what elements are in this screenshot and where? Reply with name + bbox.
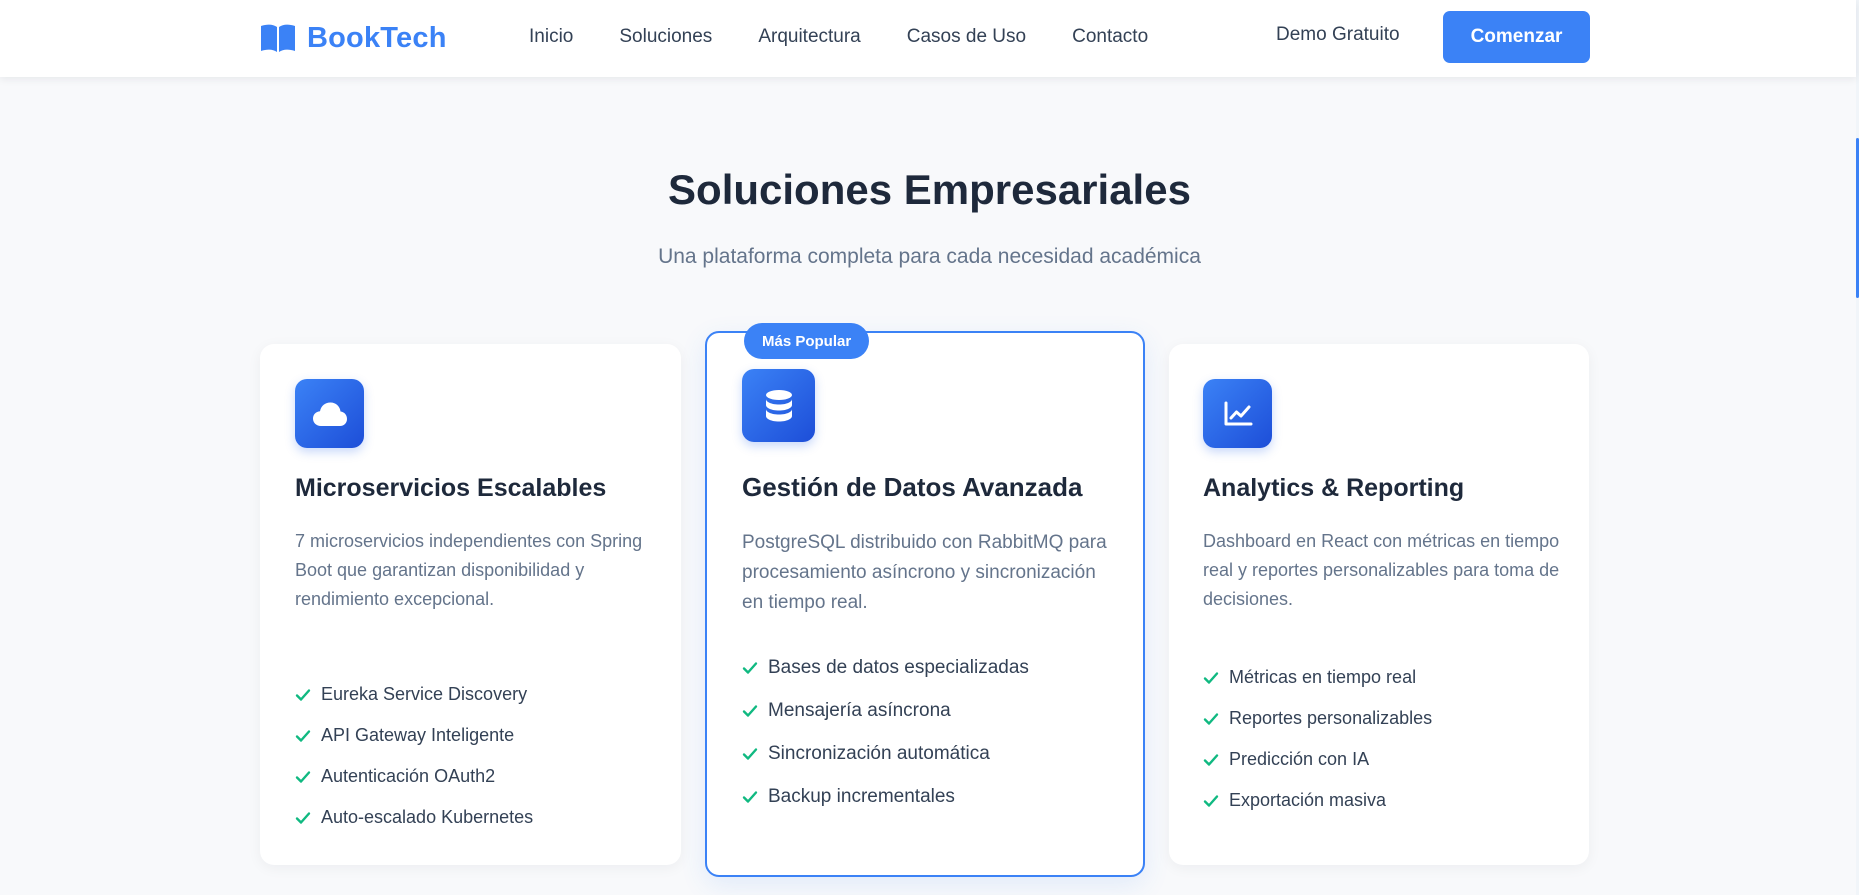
feature-list: Bases de datos especializadas Mensajería…	[742, 646, 1029, 818]
chart-line-icon	[1224, 401, 1252, 425]
feature-label: Sincronización automática	[768, 742, 990, 764]
feature-item: API Gateway Inteligente	[295, 715, 533, 756]
feature-label: Mensajería asíncrona	[768, 699, 951, 721]
feature-label: API Gateway Inteligente	[321, 725, 515, 745]
nav-link-soluciones[interactable]: Soluciones	[619, 26, 712, 48]
feature-item: Exportación masiva	[1203, 780, 1432, 821]
check-icon	[742, 704, 758, 717]
card-title: Microservicios Escalables	[295, 474, 607, 502]
check-icon	[295, 770, 311, 783]
feature-label: Exportación masiva	[1229, 790, 1387, 810]
card-title: Gestión de Datos Avanzada	[742, 472, 1083, 502]
feature-item: Predicción con IA	[1203, 739, 1432, 780]
check-icon	[742, 790, 758, 803]
nav-link-contacto[interactable]: Contacto	[1072, 26, 1148, 48]
feature-item: Métricas en tiempo real	[1203, 657, 1432, 698]
check-icon	[295, 729, 311, 742]
feature-label: Backup incrementales	[768, 785, 955, 807]
nav-links: Inicio Soluciones Arquitectura Casos de …	[529, 24, 1148, 50]
feature-label: Eureka Service Discovery	[321, 684, 528, 704]
feature-item: Eureka Service Discovery	[295, 674, 533, 715]
popular-badge: Más Popular	[744, 323, 870, 359]
brand-name: BookTech	[307, 21, 447, 54]
check-icon	[1203, 794, 1219, 807]
card-icon-badge	[295, 379, 364, 448]
feature-list: Eureka Service Discovery API Gateway Int…	[295, 674, 533, 838]
nav-link-inicio[interactable]: Inicio	[529, 26, 573, 48]
feature-label: Autenticación OAuth2	[321, 766, 496, 786]
section-title: Soluciones Empresariales	[668, 166, 1191, 213]
feature-item: Bases de datos especializadas	[742, 646, 1029, 689]
card-description: PostgreSQL distribuido con RabbitMQ para…	[742, 532, 1107, 613]
check-icon	[1203, 671, 1219, 684]
card-title: Analytics & Reporting	[1203, 474, 1465, 502]
feature-item: Autenticación OAuth2	[295, 756, 533, 797]
cloud-icon	[312, 402, 347, 426]
feature-item: Backup incrementales	[742, 775, 1029, 818]
feature-item: Auto-escalado Kubernetes	[295, 797, 533, 838]
check-icon	[1203, 753, 1219, 766]
nav-link-arquitectura[interactable]: Arquitectura	[758, 26, 860, 48]
feature-list: Métricas en tiempo real Reportes persona…	[1203, 657, 1432, 821]
check-icon	[742, 661, 758, 674]
feature-label: Métricas en tiempo real	[1229, 667, 1417, 687]
card-icon-badge	[1203, 379, 1272, 448]
solution-card-data-management: Más Popular Gestión de Datos Avanzada Po…	[705, 323, 1145, 877]
database-icon	[765, 389, 792, 421]
check-icon	[295, 688, 311, 701]
navbar: BookTech Inicio Soluciones Arquitectura …	[0, 0, 1856, 77]
feature-label: Auto-escalado Kubernetes	[321, 807, 534, 827]
solution-card-analytics: Analytics & Reporting Dashboard en React…	[1169, 344, 1589, 865]
card-icon-badge	[742, 369, 815, 442]
card-description: Dashboard en React con métricas en tiemp…	[1203, 531, 1560, 609]
check-icon	[1203, 712, 1219, 725]
feature-label: Bases de datos especializadas	[768, 656, 1029, 678]
feature-label: Predicción con IA	[1229, 749, 1370, 769]
check-icon	[742, 747, 758, 760]
feature-item: Reportes personalizables	[1203, 698, 1432, 739]
solution-card-microservices: Microservicios Escalables 7 microservici…	[260, 344, 681, 865]
feature-item: Mensajería asíncrona	[742, 689, 1029, 732]
feature-item: Sincronización automática	[742, 732, 1029, 775]
book-icon	[261, 24, 295, 52]
get-started-button[interactable]: Comenzar	[1443, 11, 1590, 63]
check-icon	[295, 811, 311, 824]
demo-link[interactable]: Demo Gratuito	[1276, 24, 1400, 46]
card-description: 7 microservicios independientes con Spri…	[295, 531, 643, 609]
nav-link-casos-de-uso[interactable]: Casos de Uso	[907, 26, 1026, 48]
feature-label: Reportes personalizables	[1229, 708, 1433, 728]
brand-logo[interactable]: BookTech	[259, 20, 447, 56]
section-subtitle: Una plataforma completa para cada necesi…	[658, 245, 1201, 268]
